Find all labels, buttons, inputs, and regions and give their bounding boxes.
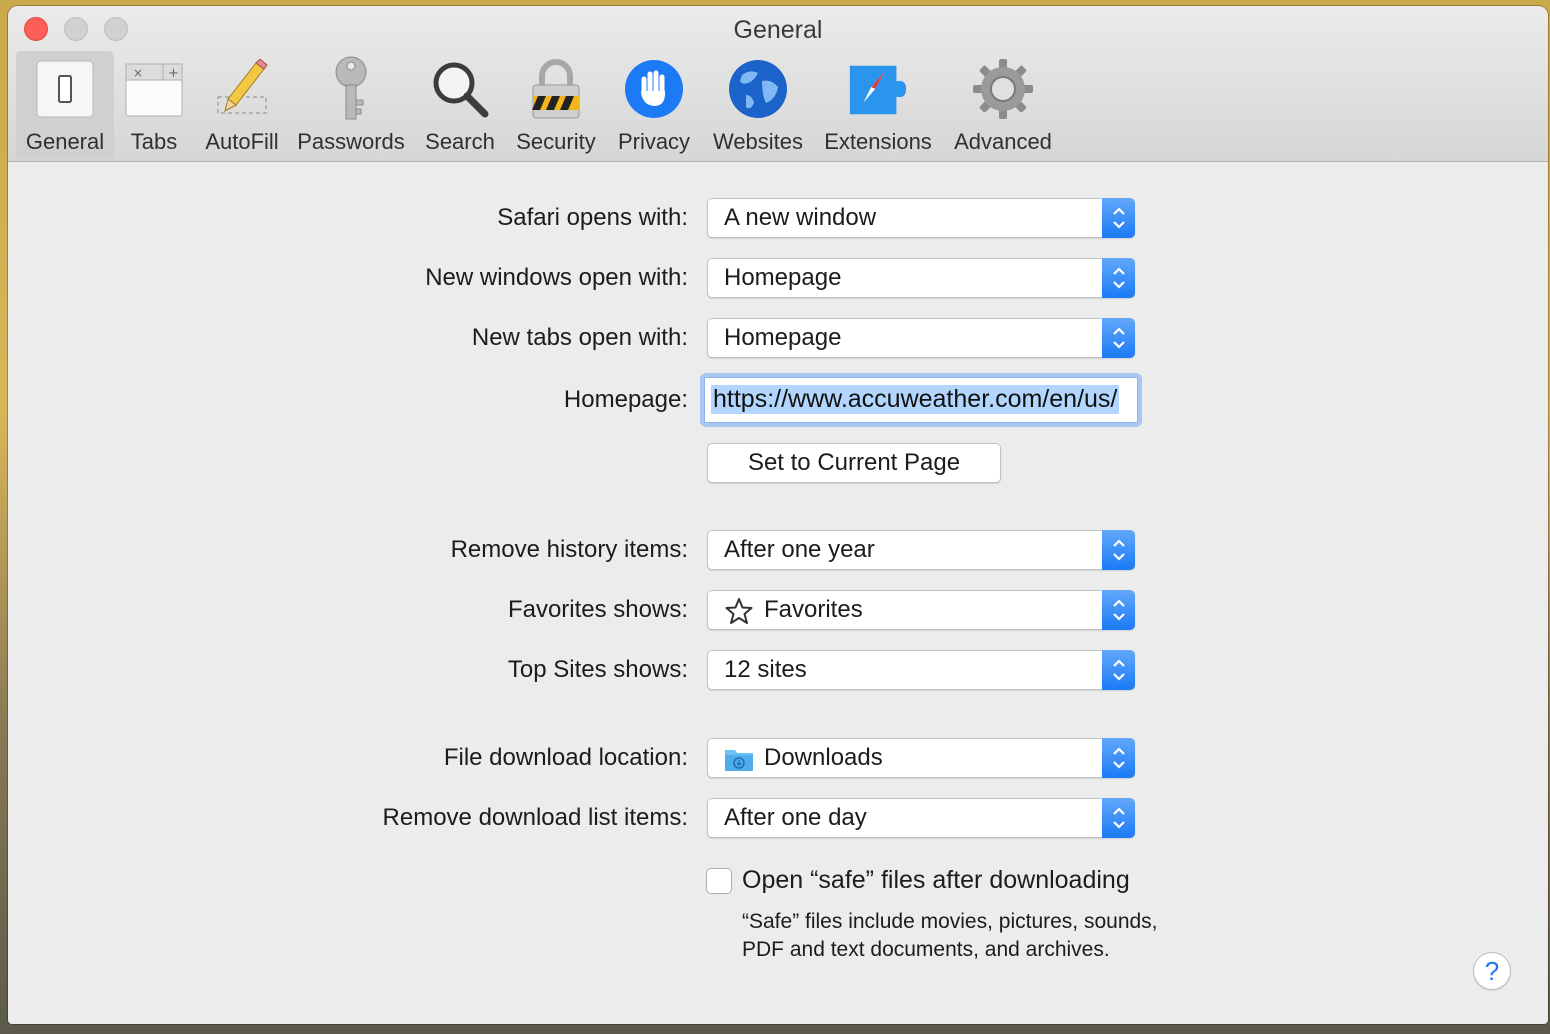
tabs-icon: × +	[122, 57, 186, 121]
popup-arrows-icon	[1102, 530, 1135, 570]
homepage-input[interactable]: https://www.accuweather.com/en/us/	[704, 377, 1138, 423]
remove-download-popup[interactable]: After one day	[707, 798, 1135, 838]
favorites-shows-popup[interactable]: Favorites	[707, 590, 1135, 630]
svg-text:×: ×	[133, 66, 143, 80]
preferences-toolbar: General × + Tabs AutoFill Passwords Sear…	[16, 51, 1062, 159]
padlock-icon	[524, 57, 588, 121]
globe-icon	[726, 57, 790, 121]
popup-arrows-icon	[1102, 590, 1135, 630]
star-icon	[725, 598, 753, 624]
downloads-folder-icon	[725, 750, 753, 771]
preferences-window: General General × + Tabs AutoFill Passwo…	[8, 6, 1548, 1024]
safari-opens-with-popup[interactable]: A new window	[707, 198, 1135, 238]
tab-privacy[interactable]: Privacy	[604, 51, 704, 159]
tab-advanced[interactable]: Advanced	[944, 51, 1062, 159]
set-to-current-page-button[interactable]: Set to Current Page	[707, 443, 1001, 483]
download-location-value: Downloads	[764, 744, 883, 771]
tab-general[interactable]: General	[16, 51, 114, 159]
help-button[interactable]: ?	[1473, 952, 1511, 990]
remove-history-label: Remove history items:	[450, 536, 688, 563]
magnifier-icon	[428, 57, 492, 121]
remove-history-value: After one year	[724, 536, 875, 563]
top-sites-popup[interactable]: 12 sites	[707, 650, 1135, 690]
remove-history-popup[interactable]: After one year	[707, 530, 1135, 570]
popup-arrows-icon	[1102, 258, 1135, 298]
popup-arrows-icon	[1102, 198, 1135, 238]
title-bar: General General × + Tabs AutoFill Passwo…	[8, 6, 1548, 162]
popup-arrows-icon	[1102, 738, 1135, 778]
tab-security-label: Security	[516, 129, 596, 154]
homepage-field[interactable]: https://www.accuweather.com/en/us/	[700, 373, 1142, 427]
tab-extensions-label: Extensions	[824, 129, 932, 154]
tab-passwords[interactable]: Passwords	[290, 51, 412, 159]
tab-passwords-label: Passwords	[297, 129, 405, 154]
safari-opens-with-label: Safari opens with:	[497, 204, 688, 231]
top-sites-value: 12 sites	[724, 656, 807, 683]
new-windows-label: New windows open with:	[425, 264, 688, 291]
new-windows-popup[interactable]: Homepage	[707, 258, 1135, 298]
popup-arrows-icon	[1102, 650, 1135, 690]
download-location-popup[interactable]: Downloads	[707, 738, 1135, 778]
gear-icon	[971, 57, 1035, 121]
pencil-icon	[210, 57, 274, 121]
homepage-value: https://www.accuweather.com/en/us/	[711, 385, 1120, 414]
tab-tabs-label: Tabs	[130, 129, 178, 154]
tab-advanced-label: Advanced	[954, 129, 1052, 154]
download-location-label: File download location:	[443, 744, 688, 771]
tab-tabs[interactable]: × + Tabs	[114, 51, 194, 159]
tab-security[interactable]: Security	[508, 51, 604, 159]
tab-general-label: General	[25, 129, 105, 154]
tab-search[interactable]: Search	[412, 51, 508, 159]
remove-download-value: After one day	[724, 804, 867, 831]
new-tabs-popup[interactable]: Homepage	[707, 318, 1135, 358]
tab-autofill[interactable]: AutoFill	[194, 51, 290, 159]
safari-opens-with-value: A new window	[724, 204, 877, 231]
key-icon	[319, 56, 383, 121]
safe-files-note: “Safe” files include movies, pictures, s…	[742, 910, 1158, 961]
favorites-shows-value: Favorites	[764, 596, 863, 623]
tab-websites-label: Websites	[712, 129, 804, 154]
homepage-label: Homepage:	[563, 386, 688, 413]
open-safe-files-checkbox[interactable]	[706, 868, 732, 894]
new-tabs-label: New tabs open with:	[471, 324, 688, 351]
popup-arrows-icon	[1102, 318, 1135, 358]
open-safe-files-label[interactable]: Open “safe” files after downloading	[742, 866, 1130, 895]
popup-arrows-icon	[1102, 798, 1135, 838]
puzzle-compass-icon	[846, 57, 910, 121]
favorites-shows-label: Favorites shows:	[507, 596, 688, 623]
new-windows-value: Homepage	[724, 264, 842, 291]
tab-extensions[interactable]: Extensions	[812, 51, 944, 159]
tab-privacy-label: Privacy	[617, 129, 691, 154]
hand-icon	[622, 57, 686, 121]
top-sites-label: Top Sites shows:	[507, 656, 688, 683]
tab-websites[interactable]: Websites	[704, 51, 812, 159]
remove-download-label: Remove download list items:	[382, 804, 688, 831]
svg-text:+: +	[168, 66, 179, 81]
tab-autofill-label: AutoFill	[205, 129, 279, 154]
tab-search-label: Search	[425, 129, 495, 154]
window-title: General	[733, 16, 823, 44]
general-switch-icon	[33, 57, 97, 121]
new-tabs-value: Homepage	[724, 324, 842, 351]
